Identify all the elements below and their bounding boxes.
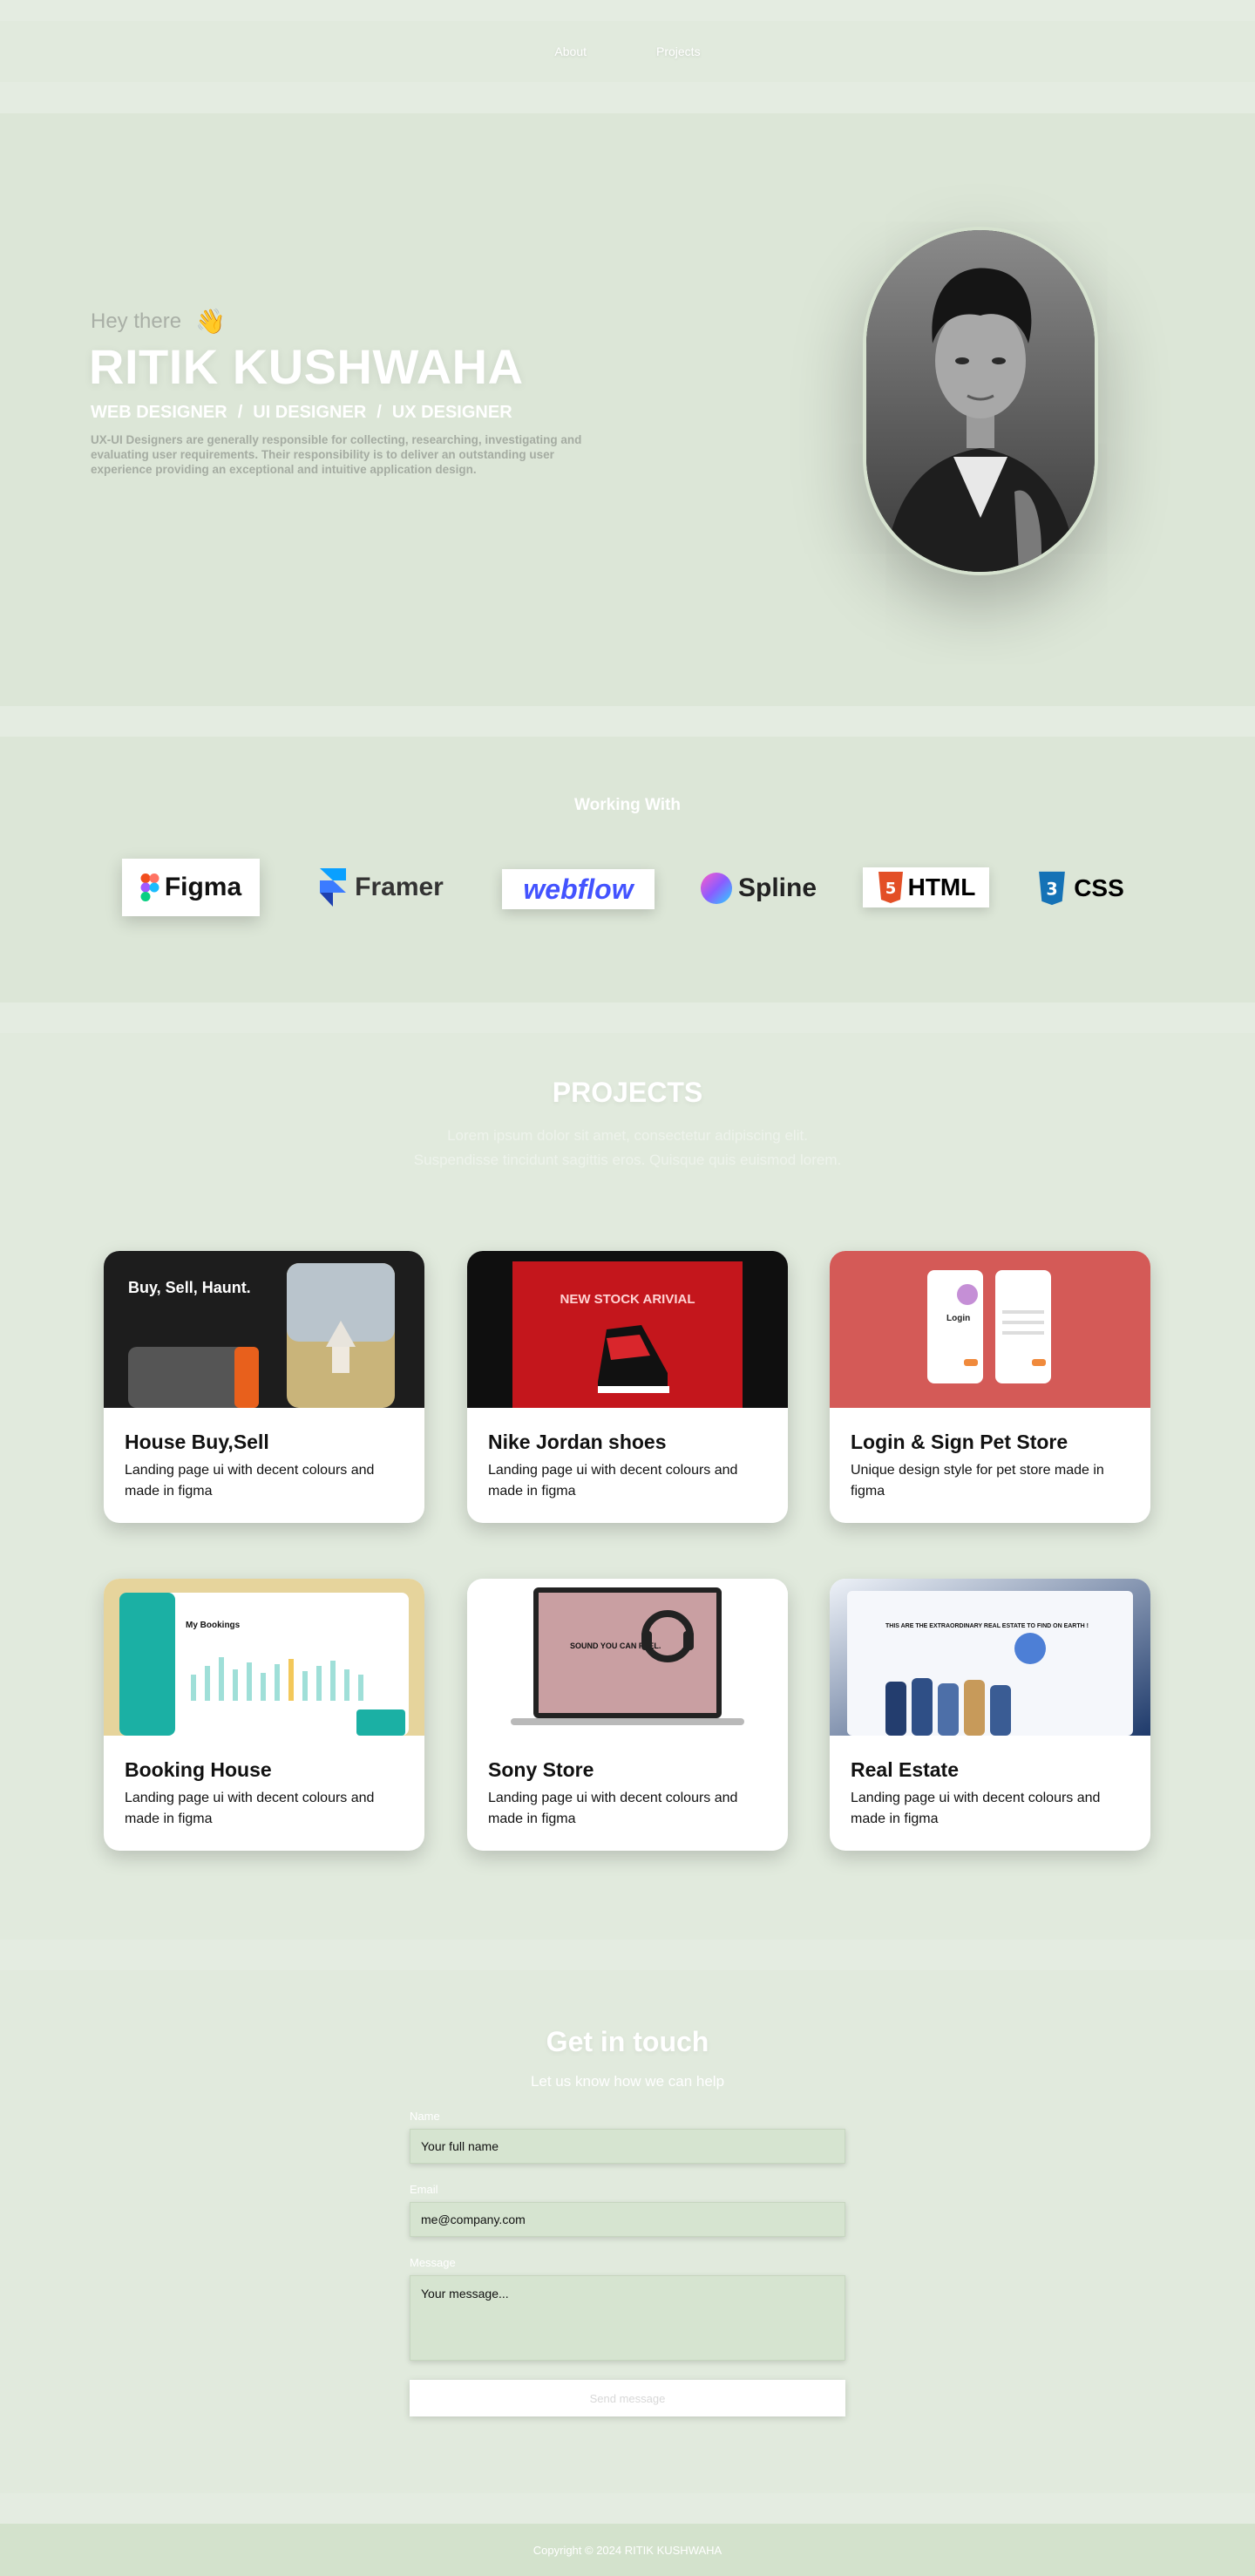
project-thumbnail: SOUND YOU CAN FEEL. — [467, 1579, 788, 1736]
contact-subtitle: Let us know how we can help — [530, 2073, 725, 2090]
greeting: Hey there 👋 — [91, 307, 226, 336]
webflow-logo: webflow — [502, 869, 655, 909]
project-description: Landing page ui with decent colours and … — [125, 1463, 375, 1499]
project-thumbnail: My Bookings — [104, 1579, 424, 1736]
projects-section: PROJECTS Lorem ipsum dolor sit amet, con… — [0, 1033, 1255, 1940]
html-label: HTML — [907, 873, 976, 901]
project-thumbnail: NEW STOCK ARIVIAL — [467, 1251, 788, 1408]
spline-label: Spline — [737, 873, 817, 902]
project-description: Landing page ui with decent colours and … — [851, 1791, 1101, 1826]
project-title: Booking House — [125, 1758, 272, 1781]
project-thumbnail: THIS ARE THE EXTRAORDINARY REAL ESTATE T… — [830, 1579, 1150, 1736]
project-card[interactable]: Login Login & Sign Pet Store Unique desi… — [830, 1251, 1150, 1523]
profile-portrait — [863, 227, 1098, 575]
working-with-title: Working With — [574, 796, 681, 814]
thumb-heading: Buy, Sell, Haunt. — [128, 1279, 251, 1296]
figma-icon — [140, 873, 159, 901]
projects-subtitle: Lorem ipsum dolor sit amet, consectetur … — [413, 1127, 842, 1168]
hero-roles: WEB DESIGNER / UI DESIGNER / UX DESIGNER — [91, 403, 512, 423]
css3-icon: 3 — [1039, 871, 1066, 906]
thumb-heading: My Bookings — [186, 1621, 241, 1630]
framer-label: Framer — [355, 873, 444, 901]
hero-name: RITIK KUSHWAHA — [89, 339, 524, 394]
project-description: Unique design style for pet store made i… — [851, 1463, 1104, 1499]
project-title: Nike Jordan shoes — [488, 1431, 667, 1453]
email-field[interactable] — [410, 2202, 845, 2237]
footer: Copyright © 2024 RITIK KUSHWAHA — [0, 2524, 1255, 2576]
spline-logo: Spline — [697, 862, 819, 914]
projects-title: PROJECTS — [552, 1077, 703, 1108]
email-label: Email — [410, 2183, 438, 2196]
svg-text:5: 5 — [885, 880, 896, 898]
greeting-text: Hey there — [91, 309, 182, 333]
project-description: Landing page ui with decent colours and … — [125, 1791, 375, 1826]
role-separator: / — [237, 403, 243, 422]
project-card[interactable]: NEW STOCK ARIVIAL Nike Jordan shoes Land… — [467, 1251, 788, 1523]
framer-icon — [320, 868, 347, 907]
html5-icon: 5 — [878, 872, 903, 903]
spline-icon — [700, 873, 732, 904]
html-logo: 5 HTML — [863, 867, 989, 907]
thumb-heading: NEW STOCK ARIVIAL — [560, 1292, 695, 1307]
project-title: Login & Sign Pet Store — [851, 1431, 1068, 1453]
nav-about-link[interactable]: About — [554, 44, 587, 58]
working-with-section: Working With Figma Framer webflow Spline… — [0, 737, 1255, 1003]
role-ui: UI DESIGNER — [253, 403, 367, 422]
thumb-heading: Login — [946, 1314, 970, 1323]
project-thumbnail: Login — [830, 1251, 1150, 1408]
role-web: WEB DESIGNER — [91, 403, 227, 422]
copyright-text: Copyright © 2024 RITIK KUSHWAHA — [533, 2543, 722, 2557]
thumb-heading: THIS ARE THE EXTRAORDINARY REAL ESTATE T… — [885, 1623, 1089, 1629]
svg-text:3: 3 — [1047, 879, 1058, 899]
css-label: CSS — [1074, 874, 1124, 901]
framer-logo: Framer — [312, 860, 451, 914]
name-label: Name — [410, 2110, 440, 2123]
tool-logos: Figma Framer webflow Spline 5 HTML 3 CSS — [0, 857, 1255, 918]
project-description: Landing page ui with decent colours and … — [488, 1791, 738, 1826]
project-title: Sony Store — [488, 1758, 594, 1781]
project-title: House Buy,Sell — [125, 1431, 269, 1453]
webflow-label: webflow — [523, 873, 634, 905]
hero-section: Hey there 👋 RITIK KUSHWAHA WEB DESIGNER … — [0, 113, 1255, 706]
project-card[interactable]: My Bookings Booking House Landing page u… — [104, 1579, 424, 1851]
message-label: Message — [410, 2256, 456, 2269]
wave-icon: 👋 — [195, 308, 226, 335]
contact-title: Get in touch — [546, 2026, 709, 2057]
name-field[interactable] — [410, 2129, 845, 2164]
project-card[interactable]: SOUND YOU CAN FEEL. Sony Store Landing p… — [467, 1579, 788, 1851]
nav-projects-link[interactable]: Projects — [656, 44, 701, 58]
contact-form: Name Email Message Send message — [410, 2110, 845, 2416]
project-title: Real Estate — [851, 1758, 960, 1781]
figma-label: Figma — [164, 873, 242, 901]
message-field[interactable] — [410, 2275, 845, 2361]
role-separator: / — [376, 403, 382, 422]
role-ux: UX DESIGNER — [391, 403, 512, 422]
send-message-button[interactable]: Send message — [410, 2380, 845, 2416]
project-thumbnail: Buy, Sell, Haunt. — [104, 1251, 424, 1408]
css-logo: 3 CSS — [1028, 864, 1133, 913]
top-nav: About Projects — [0, 21, 1255, 82]
project-card[interactable]: THIS ARE THE EXTRAORDINARY REAL ESTATE T… — [830, 1579, 1150, 1851]
figma-logo: Figma — [122, 859, 260, 916]
project-card[interactable]: Buy, Sell, Haunt. House Buy,Sell Landing… — [104, 1251, 424, 1523]
hero-description: UX-UI Designers are generally responsibl… — [91, 433, 582, 476]
contact-section: Get in touch Let us know how we can help… — [0, 1970, 1255, 2493]
project-description: Landing page ui with decent colours and … — [488, 1463, 738, 1499]
